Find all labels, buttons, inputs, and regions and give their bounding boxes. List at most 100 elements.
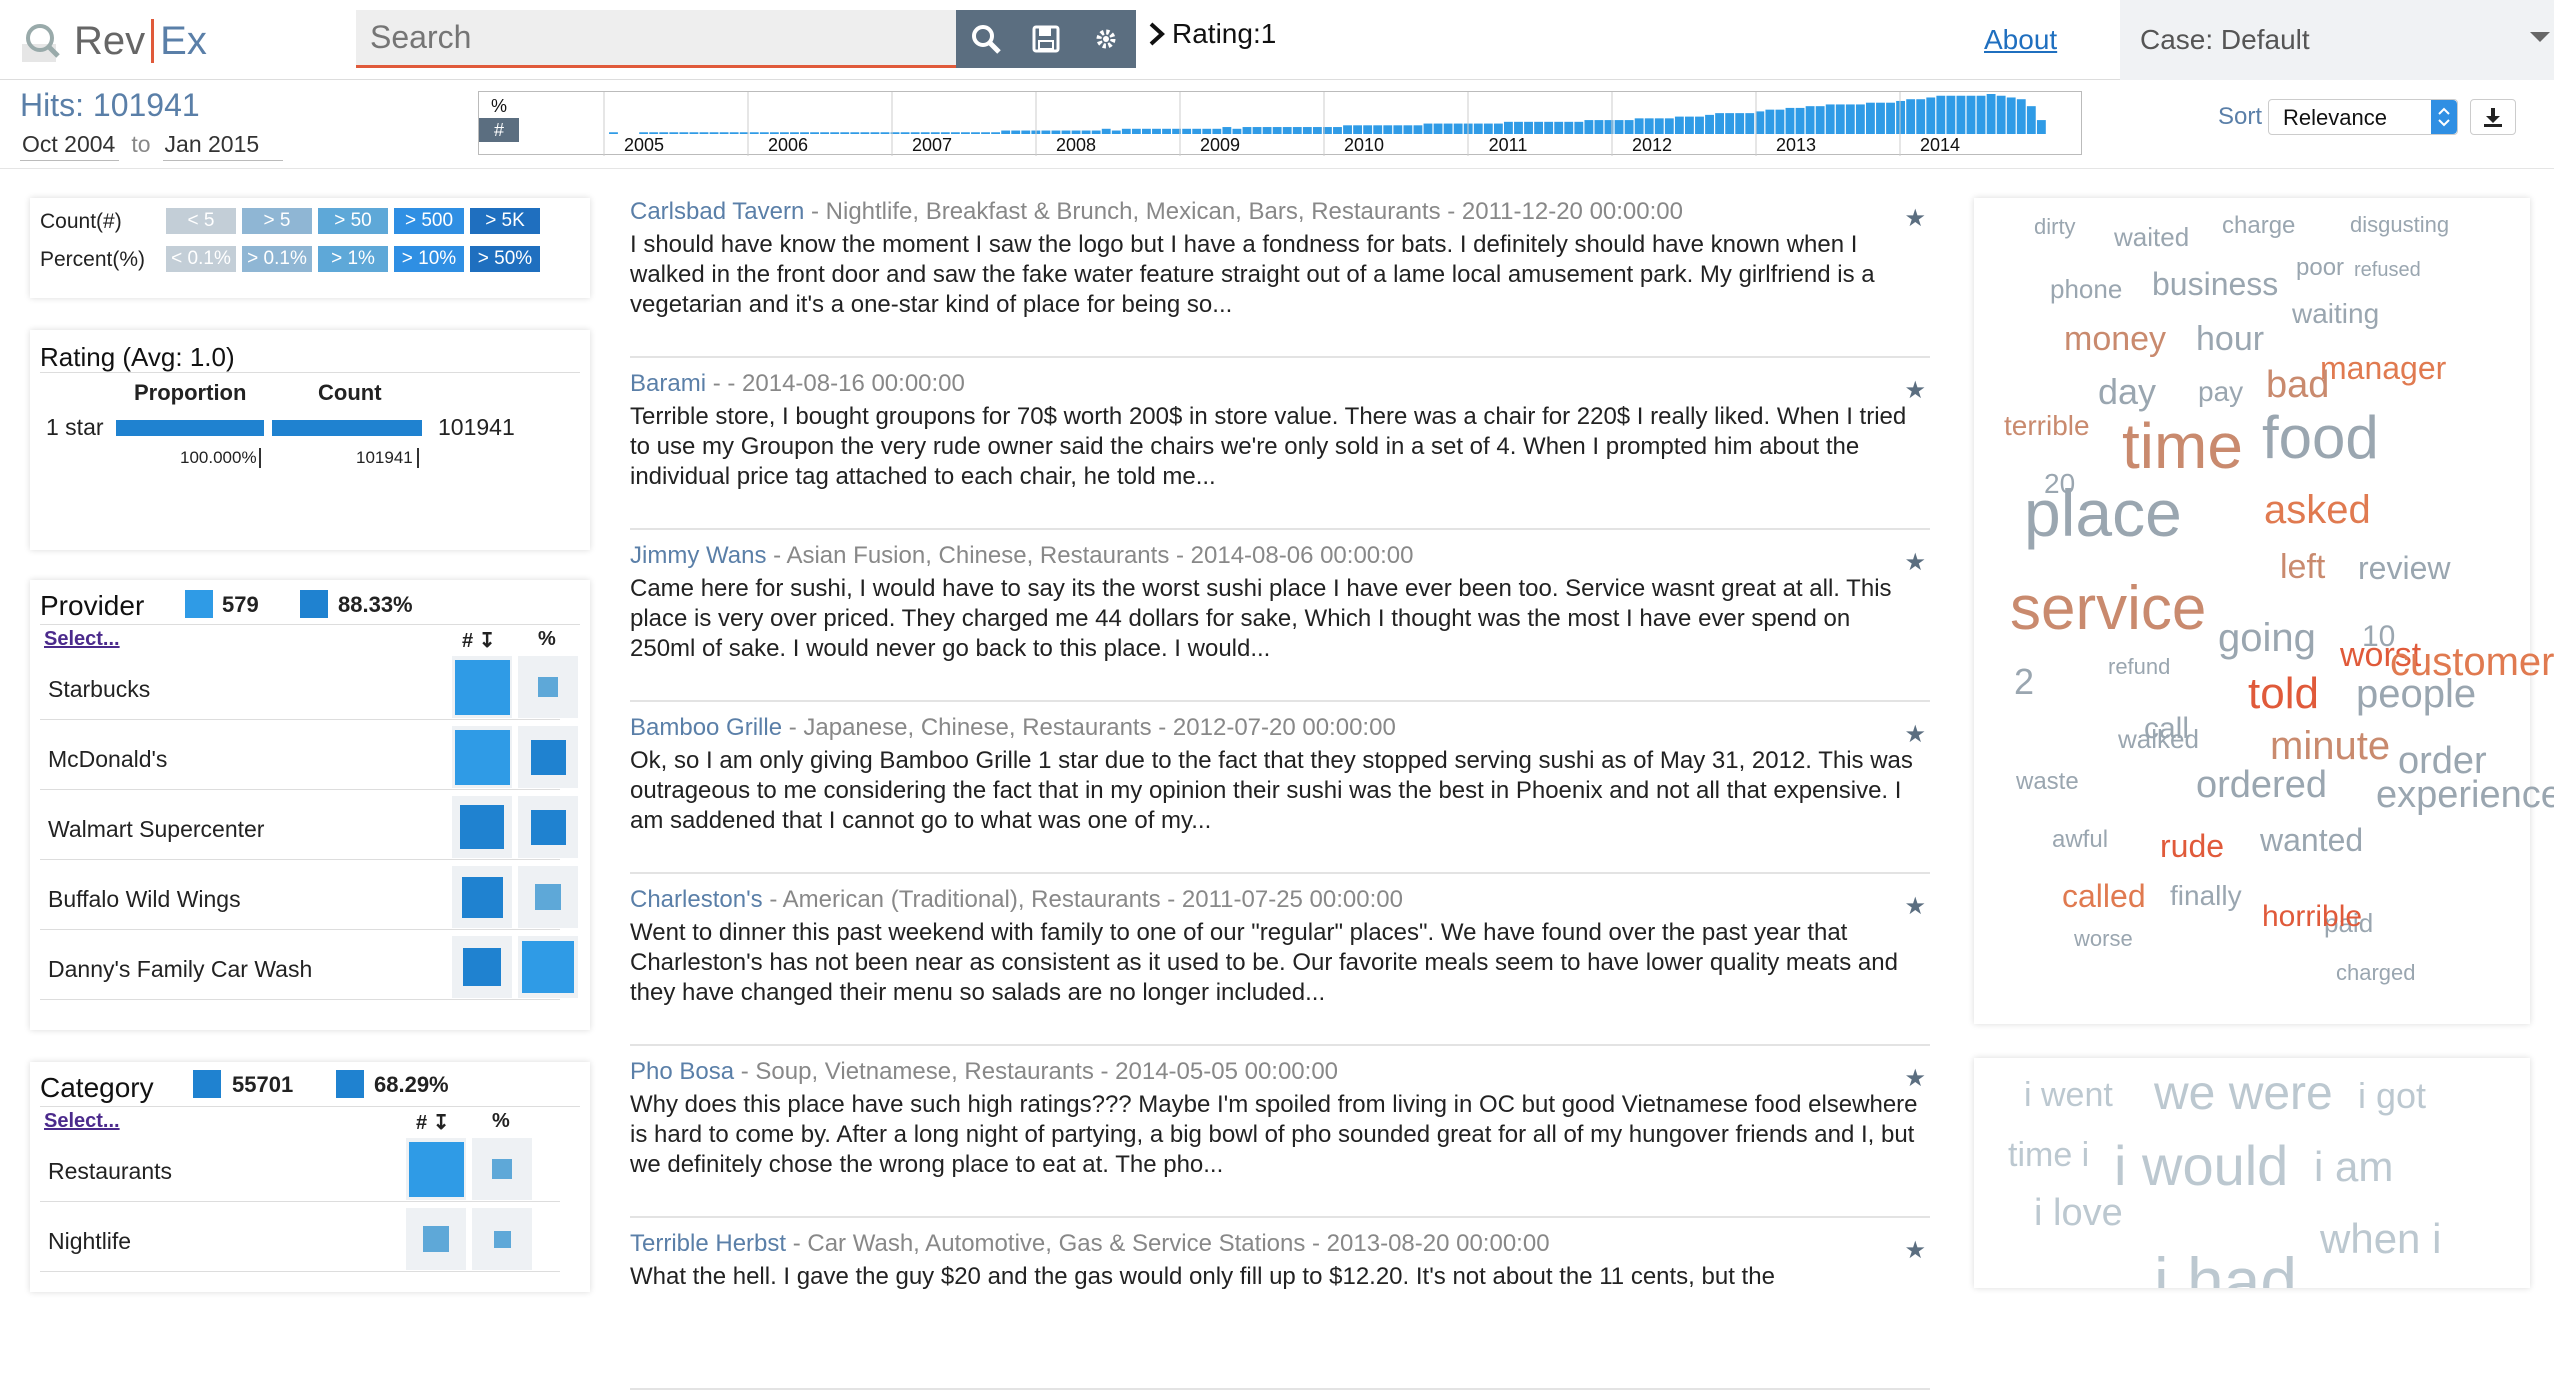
star-icon[interactable]: ★ — [1904, 1064, 1926, 1093]
timeline-bar[interactable] — [1383, 125, 1393, 134]
timeline-bar[interactable] — [981, 132, 990, 134]
provider-select-link[interactable]: Select... — [44, 628, 120, 651]
proportion-bar[interactable] — [116, 420, 264, 436]
save-button[interactable] — [1016, 10, 1076, 68]
cloud-word[interactable]: walked — [2118, 726, 2199, 752]
timeline-bar[interactable] — [1815, 106, 1825, 134]
timeline-bar[interactable] — [1866, 102, 1875, 134]
timeline-bar[interactable] — [1654, 118, 1664, 134]
cloud-word[interactable]: going — [2218, 618, 2316, 658]
timeline-bar[interactable] — [1343, 125, 1352, 134]
col-pct-header[interactable]: % — [492, 1110, 510, 1133]
timeline-bar[interactable] — [1564, 121, 1574, 134]
cloud-word[interactable]: asked — [2264, 490, 2371, 530]
provider-row[interactable]: Danny's Family Car Wash — [40, 936, 578, 1000]
timeline-bar[interactable] — [1242, 127, 1252, 134]
cloud-word[interactable]: i had — [2154, 1248, 2297, 1288]
business-name-link[interactable]: Terrible Herbst — [630, 1230, 786, 1257]
business-name-link[interactable]: Charleston's — [630, 886, 763, 913]
timeline-bar[interactable] — [1121, 128, 1131, 134]
timeline-bar[interactable] — [1152, 128, 1161, 134]
timeline-bar[interactable] — [1986, 94, 1996, 134]
timeline-bar[interactable] — [1071, 130, 1081, 134]
cloud-word[interactable]: business — [2152, 268, 2278, 300]
timeline-bar[interactable] — [1644, 118, 1654, 134]
timeline-bar[interactable] — [1674, 116, 1684, 134]
cloud-word[interactable]: waiting — [2292, 300, 2379, 328]
provider-row[interactable]: Starbucks — [40, 656, 578, 720]
timeline-bar[interactable] — [1202, 128, 1212, 134]
timeline-bar[interactable] — [1594, 120, 1604, 134]
timeline-bar[interactable] — [820, 132, 830, 134]
timeline-bar[interactable] — [1282, 127, 1292, 134]
cloud-word[interactable]: time — [2122, 414, 2243, 478]
timeline-bar[interactable] — [961, 132, 970, 134]
star-icon[interactable]: ★ — [1904, 892, 1926, 921]
timeline-bar[interactable] — [1514, 121, 1523, 134]
timeline-bar[interactable] — [649, 132, 659, 134]
timeline-bar[interactable] — [2026, 106, 2036, 134]
category-row[interactable]: Nightlife — [40, 1208, 560, 1272]
star-icon[interactable]: ★ — [1904, 548, 1926, 577]
timeline-bar[interactable] — [910, 132, 920, 134]
cloud-word[interactable]: charge — [2222, 214, 2295, 238]
timeline-bar[interactable] — [1433, 123, 1443, 134]
cloud-word[interactable]: hour — [2196, 322, 2264, 356]
cloud-word[interactable]: disgusting — [2350, 214, 2449, 236]
timeline-bar[interactable] — [1946, 95, 1956, 134]
cloud-word[interactable]: left — [2280, 550, 2325, 584]
timeline-bar[interactable] — [991, 132, 1001, 134]
business-name-link[interactable]: Jimmy Wans — [630, 542, 766, 569]
timeline-bar[interactable] — [1292, 127, 1302, 134]
cloud-word[interactable]: waited — [2114, 224, 2189, 250]
timeline-bar[interactable] — [880, 132, 890, 134]
business-name-link[interactable]: Barami — [630, 370, 706, 397]
cloud-word[interactable]: minute — [2270, 726, 2390, 766]
timeline-bar[interactable] — [1745, 113, 1755, 134]
timeline-bar[interactable] — [1624, 120, 1634, 134]
timeline-bar[interactable] — [719, 132, 729, 134]
timeline-bar[interactable] — [1272, 127, 1282, 134]
cloud-word[interactable]: told — [2248, 672, 2319, 716]
timeline-bar[interactable] — [840, 132, 850, 134]
cloud-word[interactable]: dirty — [2034, 216, 2076, 238]
cloud-word[interactable]: worse — [2074, 928, 2133, 950]
cloud-word[interactable]: i would — [2114, 1138, 2288, 1194]
timeline-bar[interactable] — [759, 132, 769, 134]
timeline-bar[interactable] — [1685, 116, 1694, 134]
timeline-bar[interactable] — [1725, 113, 1735, 134]
timeline-bar[interactable] — [1966, 95, 1976, 134]
timeline-bar[interactable] — [1886, 102, 1895, 134]
timeline-bar[interactable] — [1061, 130, 1071, 134]
timeline-bar[interactable] — [1976, 95, 1986, 134]
timeline-bar[interactable] — [1212, 128, 1222, 134]
timeline-bar[interactable] — [1111, 130, 1121, 134]
star-icon[interactable]: ★ — [1904, 376, 1926, 405]
star-icon[interactable]: ★ — [1904, 720, 1926, 749]
timeline-chart[interactable]: % # 2005 2006 2007 2008 2009 2010 2011 2012 2013… — [478, 91, 2082, 156]
timeline-bar[interactable] — [1081, 130, 1091, 134]
business-name-link[interactable]: Carlsbad Tavern — [630, 198, 804, 225]
timeline-bar[interactable] — [1524, 121, 1533, 134]
cloud-word[interactable]: manager — [2320, 352, 2446, 384]
date-to-field[interactable]: Jan 2015 — [162, 131, 284, 161]
timeline-bar[interactable] — [1705, 114, 1714, 134]
timeline-bar[interactable] — [1493, 123, 1503, 134]
timeline-bar[interactable] — [1393, 125, 1403, 134]
timeline-bar[interactable] — [739, 132, 749, 134]
timeline-bar[interactable] — [1906, 99, 1916, 134]
timeline-bar[interactable] — [749, 132, 759, 134]
timeline-bar[interactable] — [830, 132, 840, 134]
cloud-word[interactable]: refused — [2354, 260, 2421, 280]
date-from-field[interactable]: Oct 2004 — [20, 131, 120, 161]
timeline-bar[interactable] — [1443, 123, 1453, 134]
cloud-word[interactable]: called — [2062, 880, 2146, 912]
timeline-bar[interactable] — [1534, 121, 1544, 134]
business-name-link[interactable]: Pho Bosa — [630, 1058, 734, 1085]
timeline-bar[interactable] — [1312, 127, 1322, 134]
timeline-bar[interactable] — [950, 132, 960, 134]
timeline-bar[interactable] — [2036, 120, 2046, 134]
timeline-bar[interactable] — [1353, 125, 1363, 134]
cloud-word[interactable]: when i — [2320, 1218, 2441, 1260]
timeline-bar[interactable] — [1765, 109, 1775, 134]
